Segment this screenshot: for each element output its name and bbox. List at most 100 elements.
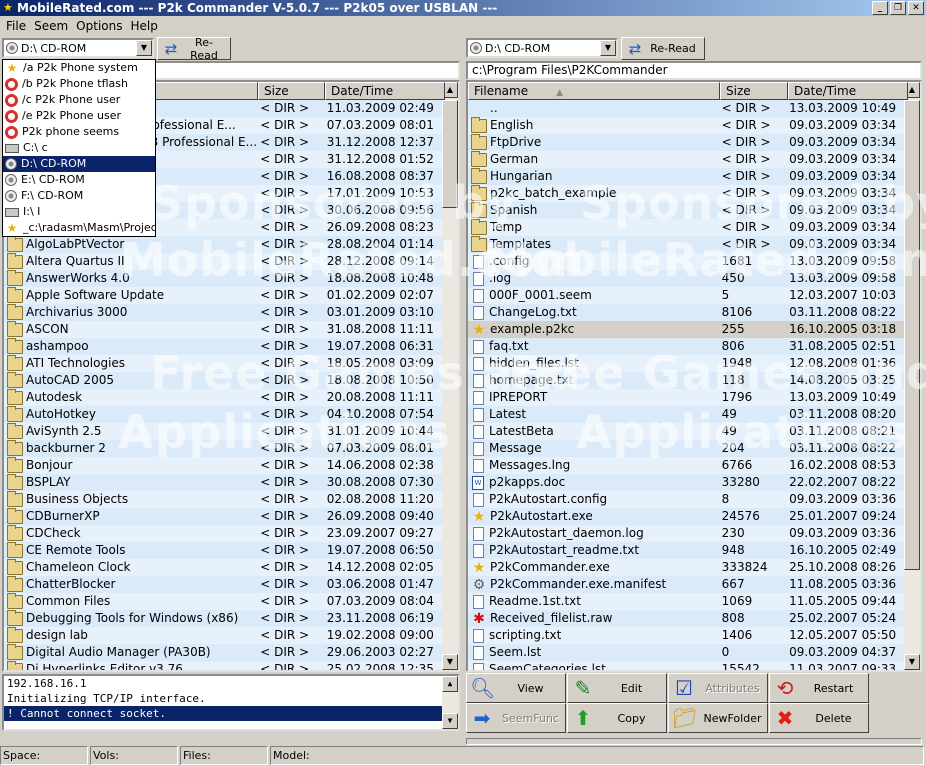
scroll-down-button[interactable]: ▼: [442, 713, 458, 729]
file-row[interactable]: 000F_0001.seem 5 12.03.2007 10:03: [468, 287, 904, 304]
file-row[interactable]: .. < DIR > 13.03.2009 10:49: [468, 100, 904, 117]
file-row[interactable]: Messages.lng 6766 16.02.2008 08:53: [468, 457, 904, 474]
file-row[interactable]: CE Remote Tools < DIR > 19.07.2008 06:50: [4, 542, 442, 559]
drive-option[interactable]: /c P2k Phone user: [3, 92, 155, 108]
file-row[interactable]: ★ P2kAutostart.exe 24576 25.01.2007 09:24: [468, 508, 904, 525]
drive-option[interactable]: D:\ CD-ROM: [3, 156, 155, 172]
file-row[interactable]: CDBurnerXP < DIR > 26.09.2008 09:40: [4, 508, 442, 525]
file-row[interactable]: homepage.txt 118 14.08.2005 03:25: [468, 372, 904, 389]
attributes-button[interactable]: ☑ Attributes: [668, 673, 768, 703]
file-row[interactable]: AviSynth 2.5 < DIR > 31.01.2009 10:44: [4, 423, 442, 440]
file-row[interactable]: AlgoLabPtVector < DIR > 28.08.2004 01:14: [4, 236, 442, 253]
file-row[interactable]: P2kAutostart.config 8 09.03.2009 03:36: [468, 491, 904, 508]
seemfunc-button[interactable]: ➡ SeemFunc: [466, 703, 566, 733]
file-row[interactable]: hidden_files.lst 1948 12.08.2008 01:36: [468, 355, 904, 372]
file-row[interactable]: Apple Software Update < DIR > 01.02.2009 0…: [4, 287, 442, 304]
file-row[interactable]: FtpDrive < DIR > 09.03.2009 03:34: [468, 134, 904, 151]
file-row[interactable]: .log 450 13.03.2009 09:58: [468, 270, 904, 287]
file-row[interactable]: P2kAutostart_readme.txt 948 16.10.2005 02:…: [468, 542, 904, 559]
delete-button[interactable]: ✖ Delete: [769, 703, 869, 733]
left-scrollbar[interactable]: ▲ ▼: [442, 82, 458, 670]
col-datetime[interactable]: Date/Time: [788, 82, 908, 100]
right-file-panel[interactable]: Filename ▲ Size Date/Time .. < DIR > 13.03.…: [466, 80, 922, 672]
file-row[interactable]: Business Objects < DIR > 02.08.2008 11:20: [4, 491, 442, 508]
file-row[interactable]: faq.txt 806 31.08.2005 02:51: [468, 338, 904, 355]
file-row[interactable]: Latest 49 03.11.2008 08:20: [468, 406, 904, 423]
file-row[interactable]: Chameleon Clock < DIR > 14.12.2008 02:05: [4, 559, 442, 576]
file-row[interactable]: scripting.txt 1406 12.05.2007 05:50: [468, 627, 904, 644]
file-row[interactable]: Autodesk < DIR > 20.08.2008 11:11: [4, 389, 442, 406]
chevron-down-icon[interactable]: ▼: [600, 40, 616, 56]
edit-button[interactable]: ✎ Edit: [567, 673, 667, 703]
file-row[interactable]: LatestBeta 49 03.11.2008 08:21: [468, 423, 904, 440]
file-row[interactable]: Dj Hyperlinks Editor v3.76 < DIR > 25.02.2…: [4, 661, 442, 670]
drive-option[interactable]: E:\ CD-ROM: [3, 172, 155, 188]
close-button[interactable]: ✕: [908, 1, 924, 15]
view-button[interactable]: 🔍︎ View: [466, 673, 566, 703]
file-row[interactable]: design lab < DIR > 19.02.2008 09:00: [4, 627, 442, 644]
scroll-thumb[interactable]: [904, 100, 920, 570]
file-row[interactable]: ⚙ P2kCommander.exe.manifest 667 11.08.2005 …: [468, 576, 904, 593]
drive-option[interactable]: /e P2k Phone user: [3, 108, 155, 124]
file-row[interactable]: Spanish < DIR > 09.03.2009 03:34: [468, 202, 904, 219]
right-scrollbar[interactable]: ▲ ▼: [904, 82, 920, 670]
file-row[interactable]: Readme.1st.txt 1069 11.05.2005 09:44: [468, 593, 904, 610]
file-row[interactable]: backburner 2 < DIR > 07.03.2009 08:01: [4, 440, 442, 457]
copy-button[interactable]: ⬆ Copy: [567, 703, 667, 733]
scroll-up-button[interactable]: ▲: [442, 676, 458, 692]
drive-option[interactable]: C:\ c: [3, 140, 155, 156]
file-row[interactable]: SeemCategories.lst 15542 11.03.2007 09:33: [468, 661, 904, 670]
file-row[interactable]: IPREPORT 1796 13.03.2009 10:49: [468, 389, 904, 406]
file-row[interactable]: Debugging Tools for Windows (x86) < DIR >…: [4, 610, 442, 627]
file-row[interactable]: AutoHotkey < DIR > 04.10.2008 07:54: [4, 406, 442, 423]
file-row[interactable]: p2kc_batch_example < DIR > 09.03.2009 03:3…: [468, 185, 904, 202]
file-row[interactable]: Altera Quartus II < DIR > 28.12.2008 09:14: [4, 253, 442, 270]
file-row[interactable]: Wp2kapps.doc 33280 22.02.2007 08:22: [468, 474, 904, 491]
file-row[interactable]: German < DIR > 09.03.2009 03:34: [468, 151, 904, 168]
file-row[interactable]: Bonjour < DIR > 14.06.2008 02:38: [4, 457, 442, 474]
menu-seem[interactable]: Seem: [30, 19, 72, 33]
scroll-down-button[interactable]: ▼: [442, 654, 458, 670]
left-drive-select[interactable]: D:\ CD-ROM ▼: [2, 38, 154, 58]
file-row[interactable]: ★ P2kCommander.exe 333824 25.10.2008 08:26: [468, 559, 904, 576]
menu-help[interactable]: Help: [126, 19, 161, 33]
col-datetime[interactable]: Date/Time: [325, 82, 445, 100]
newfolder-button[interactable]: 📁︎ NewFolder: [668, 703, 768, 733]
file-row[interactable]: ✱ Received_filelist.raw 808 25.02.2007 05:2…: [468, 610, 904, 627]
drive-option[interactable]: ★ _c:\radasm\Masm\Projects\: [3, 220, 155, 236]
right-reread-button[interactable]: ⇄ Re-Read: [621, 37, 705, 60]
file-row[interactable]: English < DIR > 09.03.2009 03:34: [468, 117, 904, 134]
col-size[interactable]: Size: [258, 82, 325, 100]
file-row[interactable]: ★ example.p2kc 255 16.10.2005 03:18: [468, 321, 904, 338]
file-row[interactable]: ChangeLog.txt 8106 03.11.2008 08:22: [468, 304, 904, 321]
file-row[interactable]: Temp < DIR > 09.03.2009 03:34: [468, 219, 904, 236]
menu-options[interactable]: Options: [72, 19, 126, 33]
right-drive-select[interactable]: D:\ CD-ROM ▼: [466, 38, 618, 58]
scroll-down-button[interactable]: ▼: [904, 654, 920, 670]
file-row[interactable]: ashampoo < DIR > 19.07.2008 06:31: [4, 338, 442, 355]
file-row[interactable]: .config 1681 13.03.2009 09:58: [468, 253, 904, 270]
drive-option[interactable]: P2k phone seems: [3, 124, 155, 140]
maximize-button[interactable]: ❐: [890, 1, 906, 15]
file-row[interactable]: Archivarius 3000 < DIR > 03.01.2009 03:10: [4, 304, 442, 321]
file-row[interactable]: BSPLAY < DIR > 30.08.2008 07:30: [4, 474, 442, 491]
log-scrollbar[interactable]: ▲ ▼: [442, 676, 458, 729]
file-row[interactable]: ASCON < DIR > 31.08.2008 11:11: [4, 321, 442, 338]
drive-option[interactable]: I:\ I: [3, 204, 155, 220]
left-reread-button[interactable]: ⇄ Re-Read: [157, 36, 231, 62]
chevron-down-icon[interactable]: ▼: [136, 40, 152, 56]
restart-button[interactable]: ⟲ Restart: [769, 673, 869, 703]
file-row[interactable]: AnswerWorks 4.0 < DIR > 18.08.2008 10:48: [4, 270, 442, 287]
file-row[interactable]: Common Files < DIR > 07.03.2009 08:04: [4, 593, 442, 610]
file-row[interactable]: Hungarian < DIR > 09.03.2009 03:34: [468, 168, 904, 185]
drive-option[interactable]: F:\ CD-ROM: [3, 188, 155, 204]
file-row[interactable]: Digital Audio Manager (PA30B) < DIR > 29.0…: [4, 644, 442, 661]
menu-file[interactable]: File: [2, 19, 30, 33]
col-size[interactable]: Size: [720, 82, 788, 100]
file-row[interactable]: CDCheck < DIR > 23.09.2007 09:27: [4, 525, 442, 542]
file-row[interactable]: Seem.lst 0 09.03.2009 04:37: [468, 644, 904, 661]
file-row[interactable]: ChatterBlocker < DIR > 03.06.2008 01:47: [4, 576, 442, 593]
drive-option[interactable]: /b P2k Phone tflash: [3, 76, 155, 92]
col-filename[interactable]: Filename ▲: [468, 82, 720, 100]
file-row[interactable]: P2kAutostart_daemon.log 230 09.03.2009 03:…: [468, 525, 904, 542]
